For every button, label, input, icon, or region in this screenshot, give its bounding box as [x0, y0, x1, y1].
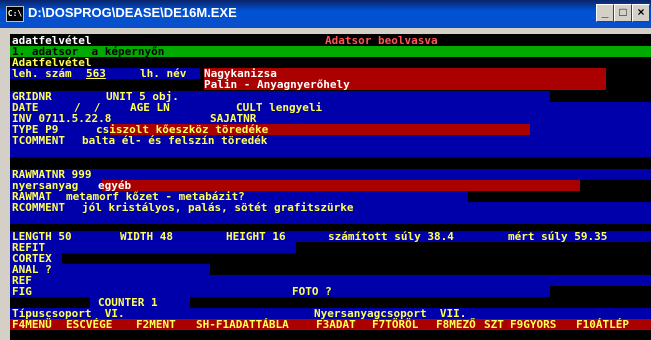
rcomment-label: RCOMMENT	[12, 201, 65, 214]
maximize-button[interactable]: □	[614, 4, 632, 22]
fkey-f3-adat[interactable]: F3ADAT	[316, 319, 356, 330]
close-button[interactable]: ×	[632, 4, 650, 22]
console-window: C:\ D:\DOSPROG\DEASE\DE16M.EXE _ □ × ada…	[0, 0, 651, 340]
fkey-shf1-adattabla[interactable]: SH-F1ADATTÁBLA	[196, 319, 289, 330]
fkey-f9-gyors[interactable]: F9GYORS	[510, 319, 556, 330]
console-icon[interactable]: C:\	[6, 6, 24, 22]
fkey-f4-menu[interactable]: F4MENÜ	[12, 319, 52, 330]
measured-weight[interactable]: mért súly 59.35	[508, 231, 607, 242]
tcomment-label: TCOMMENT	[12, 134, 65, 147]
fig-field[interactable]	[10, 286, 550, 297]
fkey-esc-vege[interactable]: ESCVÉGE	[66, 319, 112, 330]
fkey-f7-torol[interactable]: F7TÖRÖL	[372, 319, 418, 330]
minimize-button[interactable]: _	[596, 4, 614, 22]
fkey-f8-mezo[interactable]: F8MEZŐ	[436, 319, 476, 330]
width-field[interactable]: WIDTH 48	[120, 231, 173, 242]
dos-console-screen[interactable]: adatfelvétel Adatsor beolvasva 1. adatso…	[10, 34, 651, 340]
fkey-szt: SZT	[484, 318, 504, 331]
computed-weight: számított súly 38.4	[328, 230, 454, 243]
height-field[interactable]: HEIGHT 16	[226, 231, 286, 242]
age-label: AGE LN	[130, 101, 170, 114]
foto-field[interactable]: FOTO ?	[292, 286, 332, 297]
window-title: D:\DOSPROG\DEASE\DE16M.EXE	[28, 5, 237, 20]
status-message: Adatsor beolvasva	[325, 34, 438, 47]
lh-value-2[interactable]: Palin - Anyagnyerőhely	[204, 79, 350, 90]
fig-label: FIG	[12, 285, 32, 298]
rcomment-value[interactable]: jól kristályos, palás, sötét grafitszürk…	[82, 202, 354, 213]
fkey-f10-atlep[interactable]: F10ÁTLÉP	[576, 319, 629, 330]
leh-value[interactable]: 563	[86, 68, 106, 79]
leh-label: leh. szám	[12, 67, 72, 80]
tcomment-value[interactable]: balta él- és felszín töredék	[82, 135, 267, 146]
title-bar[interactable]: C:\ D:\DOSPROG\DEASE\DE16M.EXE _ □ ×	[0, 0, 651, 28]
fkey-f2-ment[interactable]: F2MENT	[136, 319, 176, 330]
refit-field[interactable]	[10, 242, 296, 253]
lh-label: lh. név	[140, 67, 187, 80]
